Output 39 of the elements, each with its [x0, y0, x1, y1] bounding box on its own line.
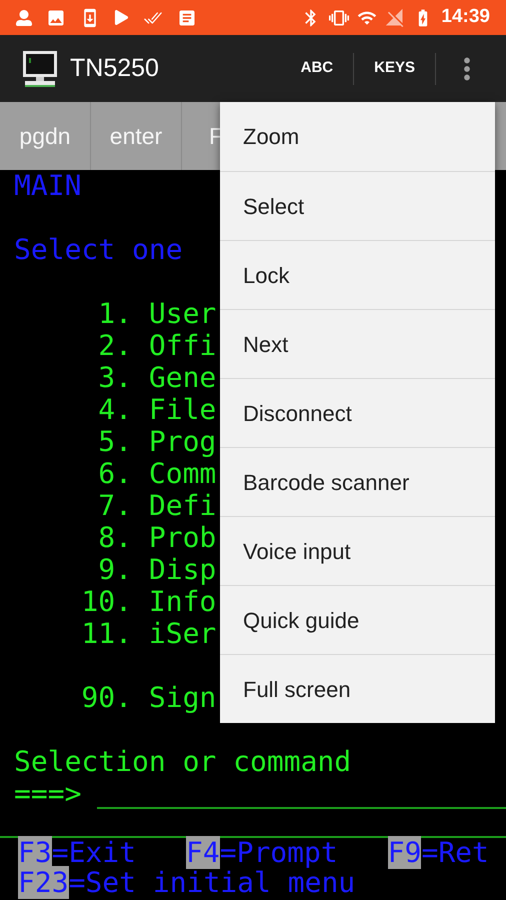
command-arrow: ===>: [14, 778, 82, 810]
menu-option: 2. Offi: [14, 330, 216, 362]
menu-item[interactable]: Full screen: [220, 654, 495, 723]
menu-item[interactable]: Quick guide: [220, 585, 495, 654]
menu-option: 1. User: [14, 298, 216, 330]
toolbar-action[interactable]: KEYS: [354, 57, 435, 80]
app-title: TN5250: [70, 52, 159, 84]
menu-option: 7. Defi: [14, 490, 216, 522]
function-key-hint: F23=Set initial menu: [18, 868, 356, 898]
menu-item[interactable]: Voice input: [220, 516, 495, 585]
menu-option: 8. Prob: [14, 522, 216, 554]
toolbar-action[interactable]: ABC: [280, 57, 354, 80]
screen-prompt: Select one: [14, 234, 183, 266]
function-key-hint: F9=Ret: [388, 838, 489, 868]
menu-option: 90. Sign: [14, 682, 216, 714]
menu-item[interactable]: Zoom: [220, 102, 495, 171]
menu-option: 4. File: [14, 394, 216, 426]
menu-option: 10. Info: [14, 586, 216, 618]
menu-option: 3. Gene: [14, 362, 216, 394]
no-signal-icon: [385, 8, 406, 28]
menu-option: 11. iSer: [14, 618, 216, 650]
screen-title: MAIN: [14, 170, 82, 202]
menu-option: 5. Prog: [14, 426, 216, 458]
menu-option: 6. Comm: [14, 458, 216, 490]
clock: 14:39: [441, 5, 490, 30]
menu-item[interactable]: Next: [220, 309, 495, 378]
vibrate-icon: [329, 8, 350, 28]
menu-item[interactable]: Lock: [220, 240, 495, 309]
function-key-hint: F4=Prompt: [186, 838, 338, 868]
menu-item[interactable]: Select: [220, 171, 495, 240]
computer-monitor-icon: [22, 50, 58, 88]
document-icon: [177, 8, 197, 28]
menu-item[interactable]: Barcode scanner: [220, 447, 495, 516]
menu-item[interactable]: Disconnect: [220, 378, 495, 447]
play-icon: [114, 10, 129, 25]
person-icon: [16, 10, 32, 26]
menu-option: 9. Disp: [14, 554, 216, 586]
command-label: Selection or command: [14, 746, 352, 778]
image-icon: [46, 8, 66, 28]
